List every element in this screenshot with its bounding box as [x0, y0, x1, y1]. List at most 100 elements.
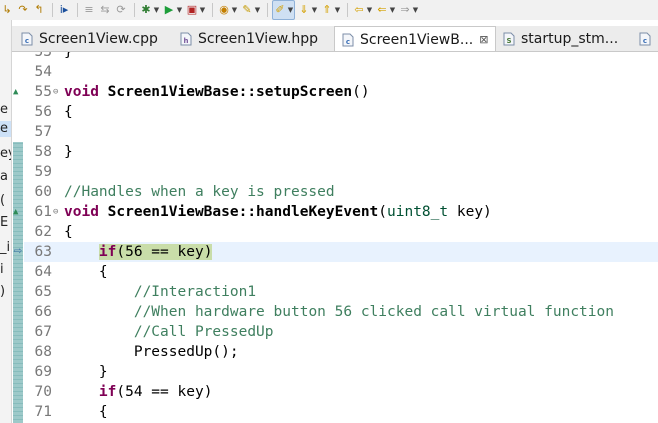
line-number: 59	[34, 164, 52, 180]
last-edit-location-button[interactable]: ⇦ ▼	[352, 1, 373, 19]
outline-item[interactable]: _i	[0, 240, 11, 256]
chevron-down-icon[interactable]: ▼	[153, 6, 160, 14]
tab-screen1viewb[interactable]: c Screen1ViewB... ⊠	[334, 26, 496, 51]
chevron-down-icon[interactable]: ▼	[334, 6, 341, 14]
previous-annotation-button[interactable]: ⇑ ▼	[320, 1, 341, 19]
code-line[interactable]: 59	[24, 162, 658, 182]
code-line[interactable]: 68 PressedUp();	[24, 342, 658, 362]
reset-button[interactable]: ⇆	[98, 1, 112, 19]
forward-icon: ⇒	[400, 3, 410, 16]
cpp-file-icon: c	[638, 32, 652, 46]
chevron-down-icon[interactable]: ▼	[254, 6, 261, 14]
chevron-down-icon[interactable]: ▼	[231, 6, 238, 14]
code-token: ()	[352, 84, 370, 100]
external-tools-button[interactable]: ▣ ▼	[185, 1, 206, 19]
line-number: 62	[34, 224, 52, 240]
line-number: 65	[34, 284, 52, 300]
step-into-icon: ↳	[2, 3, 12, 16]
code-token: //When hardware button 56 clicked call v…	[133, 304, 614, 320]
svg-text:c: c	[346, 38, 350, 46]
code-text: if(56 == key)	[64, 242, 213, 262]
fold-toggle-icon[interactable]: ⊖	[53, 202, 63, 222]
last-edit-location-icon: ⇦	[354, 3, 364, 16]
back-icon: ⇐	[377, 3, 387, 16]
code-line[interactable]: 56 {	[24, 102, 658, 122]
code-token: //Call PressedUp	[133, 324, 274, 340]
search-button[interactable]: ✎ ▼	[240, 1, 261, 19]
debug-button[interactable]: ✱ ▼	[139, 1, 160, 19]
tab-screen1view-cpp[interactable]: c Screen1View.cpp	[14, 26, 171, 51]
header-file-icon: h	[179, 32, 193, 46]
line-number: 54	[34, 64, 52, 80]
run-button[interactable]: ▶ ▼	[162, 1, 183, 19]
step-return-button[interactable]: ↰	[32, 1, 46, 19]
outline-item[interactable]: E	[0, 215, 11, 231]
reset-icon: ⇆	[100, 3, 110, 16]
forward-button[interactable]: ⇒ ▼	[398, 1, 419, 19]
code-text: //When hardware button 56 clicked call v…	[64, 302, 614, 322]
code-token: (	[378, 204, 388, 220]
code-text: {	[64, 262, 108, 282]
line-number: 70	[34, 384, 52, 400]
outline-item[interactable]: ey	[0, 146, 11, 162]
code-line[interactable]: 66 //When hardware button 56 clicked cal…	[24, 302, 658, 322]
code-token: Screen1ViewBase::setupScreen	[107, 84, 353, 100]
next-annotation-button[interactable]: ⇓ ▼	[297, 1, 318, 19]
code-editor[interactable]: ⇨ 53} 54 55 ▲ ⊖ void Screen1ViewBase::setupSc…	[12, 52, 658, 423]
chevron-down-icon[interactable]: ▼	[176, 6, 183, 14]
step-over-button[interactable]: ↷	[16, 1, 30, 19]
tab-screen1view-hpp[interactable]: h Screen1View.hpp	[173, 26, 331, 51]
restart-button[interactable]: ⟳	[114, 1, 128, 19]
chevron-down-icon[interactable]: ▼	[287, 6, 294, 14]
outline-item[interactable]: a	[0, 169, 11, 185]
fold-toggle-icon[interactable]: ⊖	[53, 82, 63, 102]
outline-item[interactable]: e	[0, 121, 11, 137]
code-line[interactable]: 60 //Handles when a key is pressed	[24, 182, 658, 202]
code-line[interactable]: 67 //Call PressedUp	[24, 322, 658, 342]
code-line[interactable]: 61 ▲ ⊖ void Screen1ViewBase::handleKeyEvent…	[13, 202, 658, 222]
code-token: {	[64, 224, 73, 240]
code-line[interactable]: 53}	[24, 52, 658, 62]
toggle-mark-occurrences-button[interactable]: ✐ ▼	[272, 0, 295, 20]
code-text: {	[64, 402, 108, 422]
outline-item[interactable]: e	[0, 102, 11, 118]
cpp-file-icon: c	[341, 33, 355, 47]
outline-item[interactable]: )	[0, 284, 11, 300]
code-text: {	[64, 222, 73, 242]
editor-tab-bar: c Screen1View.cpp h Screen1View.hpp c Screen1…	[12, 26, 658, 52]
instruction-step-button[interactable]: i▸	[57, 1, 71, 19]
chevron-down-icon[interactable]: ▼	[389, 6, 396, 14]
code-token: }	[64, 144, 73, 160]
code-line[interactable]: 69 }	[24, 362, 658, 382]
code-line[interactable]: 71 {	[24, 402, 658, 422]
step-into-button[interactable]: ↳	[0, 1, 14, 19]
outline-item[interactable]: (	[0, 193, 11, 209]
code-line[interactable]: 54	[24, 62, 658, 82]
code-line-current[interactable]: 63 if(56 == key)	[24, 242, 658, 262]
code-line[interactable]: 62 {	[24, 222, 658, 242]
code-line[interactable]: 58}	[24, 142, 658, 162]
open-type-button[interactable]: ◉ ▼	[217, 1, 238, 19]
line-number: 57	[34, 124, 52, 140]
list-button[interactable]: ≡	[82, 1, 96, 19]
tab-startup-stm[interactable]: Sstartup_stm...	[496, 26, 629, 51]
outline-item[interactable]: i	[0, 262, 11, 278]
code-line[interactable]: 57	[24, 122, 658, 142]
code-line[interactable]: 64 {	[24, 262, 658, 282]
line-number: 71	[34, 404, 52, 420]
tab-label: Screen1View.cpp	[39, 30, 158, 47]
chevron-down-icon[interactable]: ▼	[366, 6, 373, 14]
code-line[interactable]: 55 ▲ ⊖ void Screen1ViewBase::setupScreen()	[13, 82, 658, 102]
chevron-down-icon[interactable]: ▼	[311, 6, 318, 14]
code-line[interactable]: 65 //Interaction1	[24, 282, 658, 302]
chevron-down-icon[interactable]: ▼	[412, 6, 419, 14]
left-panel-strip: ee ey a ( E _ii)	[0, 20, 12, 423]
tab-r[interactable]: cr	[632, 26, 658, 51]
toolbar-separator	[134, 3, 135, 17]
close-icon[interactable]: ⊠	[479, 33, 488, 46]
back-button[interactable]: ⇐ ▼	[375, 1, 396, 19]
code-line[interactable]: 70 if(54 == key)	[24, 382, 658, 402]
chevron-down-icon[interactable]: ▼	[199, 6, 206, 14]
